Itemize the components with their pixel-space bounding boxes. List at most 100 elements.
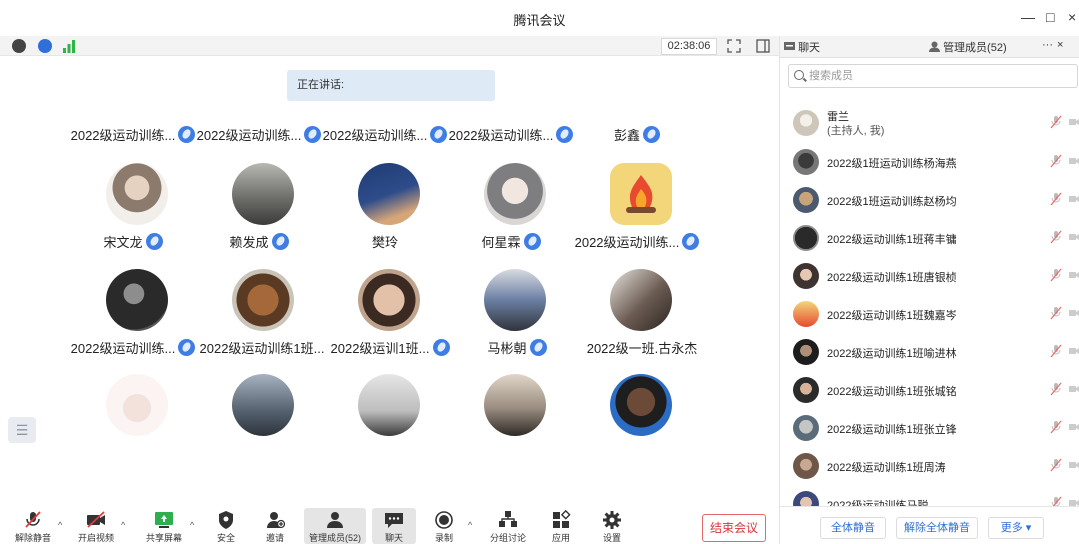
member-row[interactable]: 2022级运动训练1班周涛 <box>780 448 1079 484</box>
breakout-rooms-button[interactable]: 分组讨论 <box>486 508 530 544</box>
list-view-toggle-icon[interactable]: ☰ <box>8 417 36 443</box>
layout-icon[interactable] <box>756 39 770 53</box>
participant-tile[interactable]: 2022级运动训练... <box>70 125 196 144</box>
shield-icon[interactable] <box>38 39 52 53</box>
participant-tile[interactable]: 何星霖 <box>448 232 574 251</box>
participant-name: 2022级运动训练... <box>70 128 176 143</box>
unmute-all-button[interactable]: 解除全体静音 <box>896 517 978 539</box>
end-meeting-button[interactable]: 结束会议 <box>702 514 766 542</box>
participant-name: 2022级运动训练... <box>448 128 554 143</box>
more-options-button[interactable]: 更多 ▾ <box>988 517 1044 539</box>
participant-name: 樊玲 <box>371 235 398 250</box>
participant-name: 2022级运动训练... <box>322 128 428 143</box>
mic-muted-icon[interactable] <box>1050 344 1062 358</box>
participant-name: 2022级运动训练... <box>70 341 176 356</box>
mic-muted-icon[interactable] <box>1050 420 1062 434</box>
mic-muted-icon[interactable] <box>1050 115 1062 129</box>
video-off-icon <box>1069 462 1079 468</box>
audio-options-chevron-icon[interactable]: ^ <box>58 520 62 530</box>
member-row[interactable]: 2022级运动训练1班唐银桢 <box>780 258 1079 294</box>
participant-tile[interactable]: 2022级运动训练... <box>70 338 196 357</box>
tab-chat[interactable]: 聊天 <box>784 39 820 55</box>
member-row[interactable]: 2022级运动训练1班张城铭 <box>780 372 1079 408</box>
mic-muted-icon[interactable] <box>1050 458 1062 472</box>
member-row-host[interactable]: 雷兰 (主持人, 我) <box>780 105 1079 141</box>
apps-button[interactable]: 应用 <box>543 508 579 544</box>
verified-badge-icon <box>304 126 322 143</box>
record-button[interactable]: 录制 <box>426 508 462 544</box>
mic-muted-icon[interactable] <box>1050 154 1062 168</box>
signal-icon[interactable] <box>62 39 76 53</box>
unmute-button[interactable]: 解除静音 <box>12 508 54 544</box>
breakout-rooms-label: 分组讨论 <box>489 533 526 543</box>
share-options-chevron-icon[interactable]: ^ <box>190 520 194 530</box>
member-avatar <box>793 301 819 327</box>
participant-tile[interactable]: 2022级运动训练... <box>322 125 448 144</box>
breakout-rooms-icon <box>499 511 517 527</box>
participant-name: 宋文龙 <box>103 235 143 250</box>
invite-button[interactable]: 邀请 <box>257 508 293 544</box>
member-row[interactable]: 2022级运动训练1班蒋丰镛 <box>780 220 1079 256</box>
panel-more-icon[interactable]: ··· <box>1042 39 1053 51</box>
manage-members-button[interactable]: 管理成员(52) <box>304 508 366 544</box>
participant-avatar <box>232 269 294 331</box>
participant-tile[interactable]: 2022级运动训练1班... <box>196 338 328 357</box>
participant-name: 2022级一班.古永杰 <box>586 341 698 356</box>
mic-muted-icon[interactable] <box>1050 306 1062 320</box>
verified-badge-icon <box>145 233 163 250</box>
mic-muted-icon[interactable] <box>1050 230 1062 244</box>
apps-label: 应用 <box>551 533 570 543</box>
participant-tile[interactable]: 马彬朝 <box>454 338 580 357</box>
member-row[interactable]: 2022级运动训练1班魏嘉岑 <box>780 296 1079 332</box>
info-icon[interactable] <box>12 39 26 53</box>
fullscreen-icon[interactable] <box>727 39 741 53</box>
tab-members[interactable]: 管理成员(52) <box>929 39 1007 55</box>
settings-button[interactable]: 设置 <box>594 508 630 544</box>
maximize-button[interactable]: □ <box>1046 9 1054 25</box>
member-name: 2022级1班运动训练赵杨均 <box>827 196 957 208</box>
mic-muted-icon[interactable] <box>1050 192 1062 206</box>
participant-name: 何星霖 <box>481 235 521 250</box>
mic-muted-icon[interactable] <box>1050 268 1062 282</box>
participant-tile[interactable]: 2022级运动训练... <box>448 125 574 144</box>
close-button[interactable]: × <box>1068 9 1076 25</box>
speaking-indicator: 正在讲话: <box>287 70 495 101</box>
search-members-input[interactable]: 搜索成员 <box>788 64 1078 88</box>
mute-all-button[interactable]: 全体静音 <box>820 517 886 539</box>
start-video-button[interactable]: 开启视频 <box>74 508 118 544</box>
participant-row-3: 2022级运动训练... 2022级运动训练1班... 2022级运训1班...… <box>70 338 760 358</box>
participant-tile[interactable]: 樊玲 <box>322 232 448 251</box>
participant-avatar <box>358 269 420 331</box>
participant-tile[interactable]: 宋文龙 <box>70 232 196 251</box>
member-row[interactable]: 2022级运动训练1班喻进林 <box>780 334 1079 370</box>
share-screen-button[interactable]: 共享屏幕 <box>142 508 186 544</box>
mic-off-icon <box>25 511 41 528</box>
member-avatar <box>793 377 819 403</box>
chat-button[interactable]: 聊天 <box>372 508 416 544</box>
record-options-chevron-icon[interactable]: ^ <box>468 520 472 530</box>
verified-badge-icon <box>682 233 700 250</box>
member-row[interactable]: 2022级1班运动训练杨海燕 <box>780 144 1079 180</box>
participant-tile[interactable]: 彭鑫 <box>574 125 700 144</box>
minimize-button[interactable]: — <box>1021 9 1035 25</box>
participant-tile[interactable]: 2022级运动训练... <box>574 232 700 251</box>
participant-tile[interactable]: 2022级运训1班... <box>328 338 452 357</box>
panel-tabs: 聊天 管理成员(52) ··· × <box>780 36 1079 58</box>
video-options-chevron-icon[interactable]: ^ <box>121 520 125 530</box>
participant-name: 彭鑫 <box>613 128 640 143</box>
member-row[interactable]: 2022级运动训练1班张立锋 <box>780 410 1079 446</box>
member-name: 2022级运动训练1班张城铭 <box>827 386 957 398</box>
security-label: 安全 <box>216 533 235 543</box>
panel-close-icon[interactable]: × <box>1057 39 1063 51</box>
participant-tile[interactable]: 2022级运动训练... <box>196 125 322 144</box>
search-placeholder: 搜索成员 <box>809 70 853 82</box>
member-name: 2022级运动训练1班唐银桢 <box>827 272 957 284</box>
participant-tile[interactable]: 赖发成 <box>196 232 322 251</box>
member-avatar <box>793 453 819 479</box>
mic-muted-icon[interactable] <box>1050 382 1062 396</box>
verified-badge-icon <box>178 126 196 143</box>
security-button[interactable]: 安全 <box>208 508 244 544</box>
participant-tile[interactable]: 2022级一班.古永杰 <box>574 338 710 357</box>
member-row[interactable]: 2022级1班运动训练赵杨均 <box>780 182 1079 218</box>
share-screen-icon <box>155 512 173 528</box>
